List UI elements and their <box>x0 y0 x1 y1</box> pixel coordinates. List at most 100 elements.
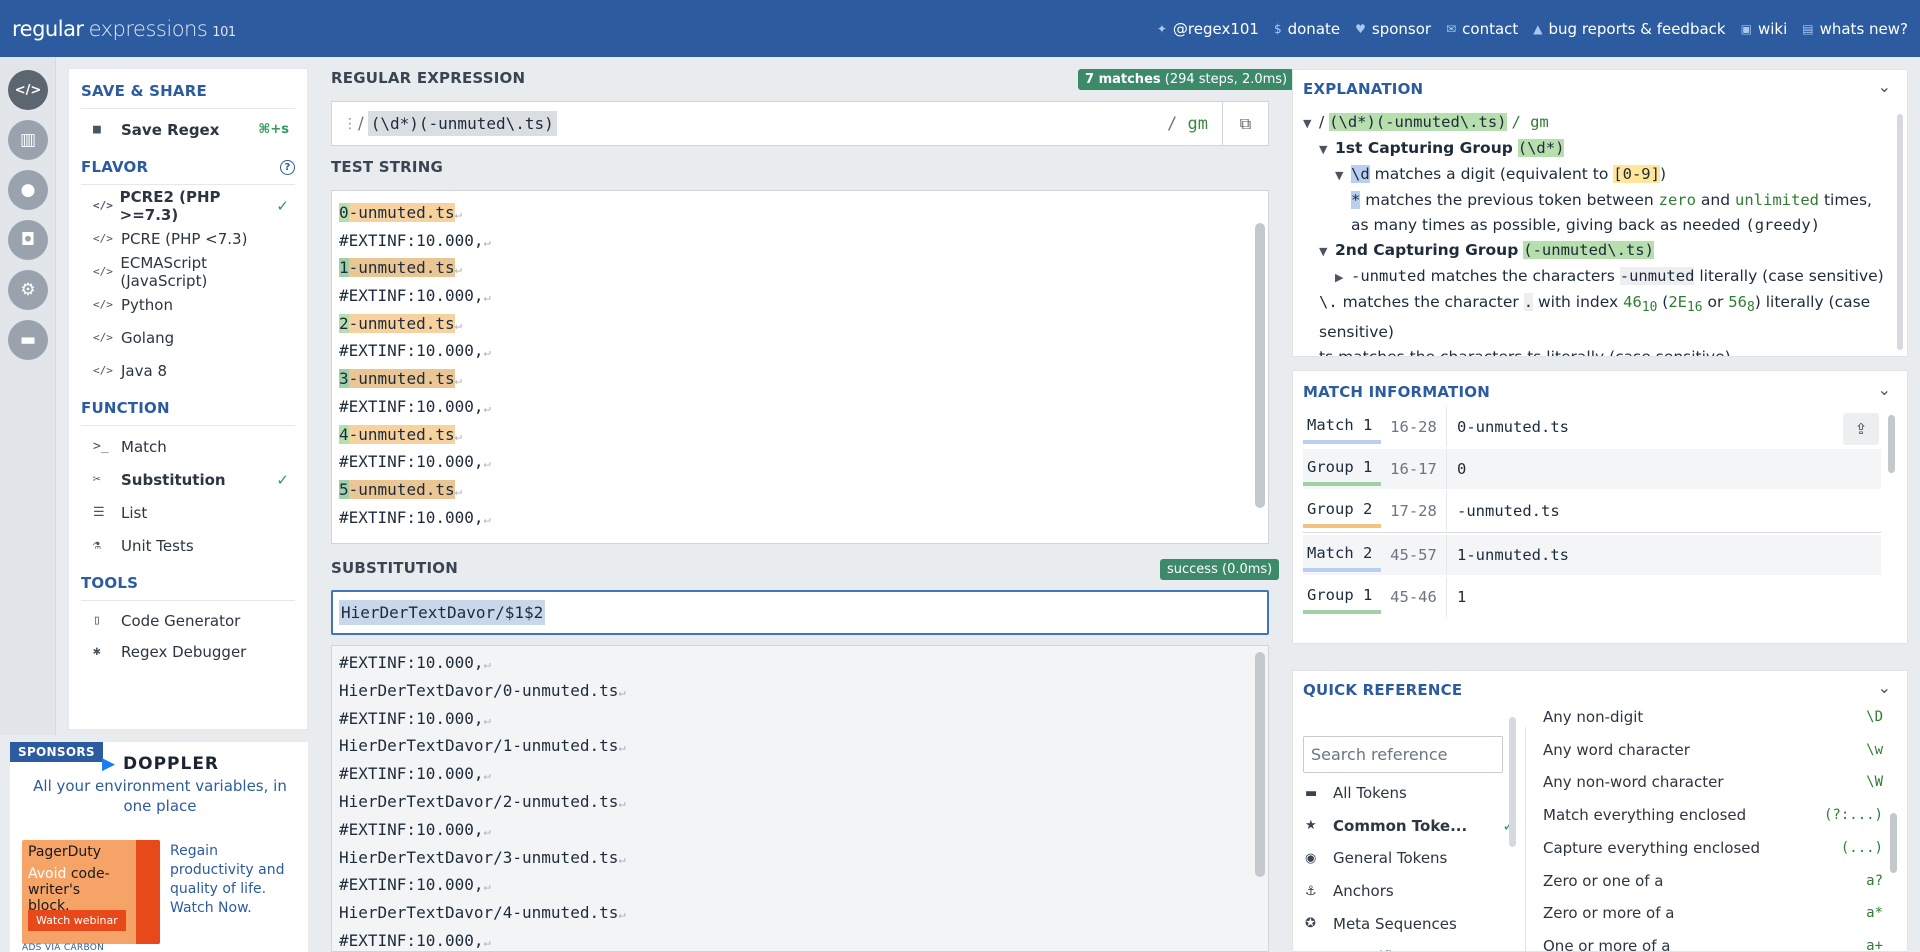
function-item[interactable]: ☰ List <box>81 496 295 529</box>
chevron-down-icon[interactable]: ⌄ <box>1878 678 1891 697</box>
reference-token[interactable]: Any non-digit \D <box>1543 701 1883 733</box>
header-link-4[interactable]: ▲ bug reports & feedback <box>1533 20 1725 38</box>
chevron-down-icon[interactable]: ⌄ <box>1878 380 1891 399</box>
function-item[interactable]: ⚗ Unit Tests <box>81 529 295 562</box>
test-string-line: #EXTINF:10.000,↵ <box>332 448 1268 476</box>
flavor-heading: FLAVOR ? <box>81 158 295 185</box>
logo[interactable]: regular expressions 101 <box>12 17 236 41</box>
flavor-item[interactable]: </> Python <box>81 288 295 321</box>
regex-expression[interactable]: (\d*)(-unmuted\.ts) <box>367 111 557 136</box>
dot-char: . <box>1523 293 1534 311</box>
reference-token[interactable]: Match everything enclosed (?:...) <box>1543 799 1883 831</box>
match-info-scrollbar[interactable] <box>1888 415 1895 473</box>
substitution-result[interactable]: #EXTINF:10.000,↵ HierDerTextDavor/0-unmut… <box>331 645 1269 952</box>
unmuted-text-1: matches the characters <box>1430 267 1615 285</box>
expand-icon[interactable]: ▶ <box>1335 265 1351 290</box>
regex-flags[interactable]: / gm <box>1167 114 1222 134</box>
header-link-1[interactable]: $ donate <box>1274 20 1340 38</box>
help-icon[interactable]: ? <box>280 159 295 175</box>
function-item[interactable]: >_ Match <box>81 430 295 463</box>
match-row[interactable]: Match 2 45-57 1-unmuted.ts <box>1303 535 1881 575</box>
result-line: HierDerTextDavor/1-unmuted.ts↵ <box>332 732 1268 760</box>
test-string-editor[interactable]: 0-unmuted.ts↵ #EXTINF:10.000,↵ 1-unmuted.t… <box>331 190 1269 544</box>
quiz-icon[interactable]: ◘ <box>8 220 48 260</box>
tokens-scrollbar[interactable] <box>1890 813 1897 873</box>
match-row[interactable]: Group 2 17-28 -unmuted.ts <box>1303 491 1881 531</box>
header-link-0[interactable]: ✦ @regex101 <box>1157 20 1259 38</box>
match-row[interactable]: Match 1 16-28 0-unmuted.ts <box>1303 407 1881 447</box>
flavor-item[interactable]: </> ECMAScript (JavaScript) <box>81 253 295 290</box>
newline-icon: ↵ <box>618 684 626 699</box>
reference-token[interactable]: Capture everything enclosed (...) <box>1543 832 1883 864</box>
star-icon: ★ <box>1305 818 1317 834</box>
search-reference-input[interactable]: Search reference <box>1303 736 1503 773</box>
tool-item[interactable]: ▯ Code Generator <box>81 605 295 636</box>
reference-category[interactable]: ▭Quantifiers <box>1305 941 1515 952</box>
star-text-1: matches the previous token between <box>1365 191 1654 209</box>
regex-input[interactable]: ⋮ / (\d*)(-unmuted\.ts) / gm ⧉ <box>331 101 1269 146</box>
reference-category[interactable]: ◉ General Tokens <box>1305 842 1515 874</box>
match-icon: >_ <box>93 439 109 454</box>
explanation-tree: ▼ / (\d*)(-unmuted\.ts) / gm ▼ 1st Capturi… <box>1303 110 1907 356</box>
newline-icon: ↵ <box>483 657 491 671</box>
reference-token[interactable]: Any word character \w <box>1543 734 1883 766</box>
categories-scrollbar[interactable] <box>1509 717 1516 847</box>
flavor-item[interactable]: </> PCRE (PHP <7.3) <box>81 222 295 255</box>
reference-token[interactable]: Zero or more of a a* <box>1543 897 1883 929</box>
flavor-item[interactable]: </> Golang <box>81 321 295 354</box>
test-string-scrollbar[interactable] <box>1255 223 1265 508</box>
reference-token[interactable]: Zero or one of a a? <box>1543 865 1883 897</box>
header-link-6[interactable]: ▤ whats new? <box>1802 20 1908 38</box>
ad-text[interactable]: Regain productivity and quality of life.… <box>170 842 300 918</box>
explanation-title: EXPLANATION <box>1303 80 1424 98</box>
reference-category[interactable]: ⚓ Anchors <box>1305 875 1515 907</box>
header-link-2[interactable]: ♥ sponsor <box>1355 20 1431 38</box>
share-icon[interactable]: ⇪ <box>1843 413 1879 445</box>
collapse-icon[interactable]: ▼ <box>1319 239 1335 264</box>
flavor-item[interactable]: </> PCRE2 (PHP >=7.3) ✓ <box>81 188 295 224</box>
regex-editor-icon[interactable]: </> <box>8 70 48 110</box>
match-group-2: -unmuted.ts <box>348 424 455 444</box>
chat-icon[interactable]: ▬ <box>8 320 48 360</box>
tool-item[interactable]: ✱ Regex Debugger <box>81 636 295 667</box>
reference-token[interactable]: One or more of a a+ <box>1543 930 1883 951</box>
token-label: Any non-digit <box>1543 708 1644 726</box>
explanation-scrollbar[interactable] <box>1897 114 1903 350</box>
flavor-label: ECMAScript (JavaScript) <box>120 253 208 290</box>
result-text: HierDerTextDavor/4-unmuted.ts <box>339 903 619 923</box>
match-row[interactable]: Group 1 45-46 1 <box>1303 577 1881 617</box>
settings-icon[interactable]: ⚙ <box>8 270 48 310</box>
star-unlimited: unlimited <box>1735 191 1820 209</box>
collapse-icon[interactable]: ▼ <box>1335 163 1351 188</box>
doppler-logo[interactable]: ▶ DOPPLER <box>102 754 219 774</box>
ad-headline-1: Avoid <box>28 866 67 882</box>
delimiter-menu-icon[interactable]: ⋮ <box>342 116 358 132</box>
reference-category[interactable]: ▬ All Tokens <box>1305 777 1515 809</box>
substitution-value[interactable]: HierDerTextDavor/$1$2 <box>339 600 546 625</box>
header-link-5[interactable]: ▣ wiki <box>1741 20 1788 38</box>
reference-token[interactable]: Any non-word character \W <box>1543 766 1883 798</box>
library-icon[interactable]: ▥ <box>8 120 48 160</box>
dollar-icon: $ <box>1273 21 1282 36</box>
match-group-2: -unmuted.ts <box>348 203 455 222</box>
reference-category[interactable]: ✪ Meta Sequences <box>1305 908 1515 940</box>
newline-icon: ↵ <box>483 511 491 526</box>
copy-icon[interactable]: ⧉ <box>1222 102 1268 145</box>
function-item[interactable]: ✂ Substitution ✓ <box>81 463 295 496</box>
reference-category[interactable]: ★Common Toke...✓ <box>1305 810 1515 842</box>
collapse-icon[interactable]: ▼ <box>1303 111 1319 136</box>
substitution-input[interactable]: HierDerTextDavor/$1$2 <box>331 590 1269 635</box>
account-icon[interactable]: ● <box>8 170 48 210</box>
pagerduty-ad-image[interactable]: PagerDuty Avoid code-writer's block. Wat… <box>22 840 160 944</box>
match-row[interactable]: Group 1 16-17 0 <box>1303 449 1881 489</box>
flavor-item[interactable]: </> Java 8 <box>81 354 295 387</box>
save-regex-button[interactable]: ■ Save Regex ⌘+s <box>81 113 295 146</box>
result-scrollbar[interactable] <box>1255 652 1265 877</box>
header-link-3[interactable]: ✉ contact <box>1446 20 1518 38</box>
ads-via-carbon[interactable]: ADS VIA CARBON <box>22 943 104 952</box>
collapse-icon[interactable]: ▼ <box>1319 137 1335 162</box>
doppler-tagline[interactable]: All your environment variables, in one p… <box>30 776 290 816</box>
ad-watch-button[interactable]: Watch webinar <box>28 910 126 931</box>
chevron-down-icon[interactable]: ⌄ <box>1878 77 1891 96</box>
g2-title: 2nd Capturing Group <box>1335 241 1519 259</box>
